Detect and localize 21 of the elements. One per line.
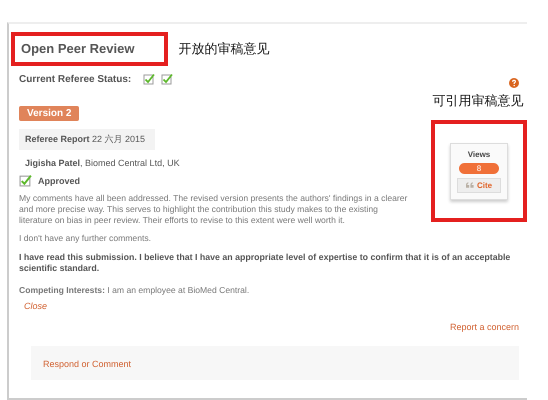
close-link[interactable]: Close bbox=[24, 300, 48, 311]
report-heading: Referee Report 22 六月 2015 bbox=[19, 129, 156, 150]
review-paragraph: I don't have any further comments. bbox=[19, 232, 152, 244]
annotation-label: 开放的审稿意见 bbox=[178, 40, 270, 58]
status-label: Current Referee Status: bbox=[19, 74, 132, 84]
section-title: Open Peer Review bbox=[21, 41, 134, 56]
views-count: 8 bbox=[459, 162, 499, 174]
cite-button[interactable]: Cite bbox=[457, 178, 501, 192]
help-icon[interactable] bbox=[509, 78, 519, 88]
respond-bar[interactable]: Respond or Comment bbox=[31, 346, 519, 380]
competing-interests: Competing Interests: I am an employee at BioMed Central. bbox=[18, 284, 250, 296]
reviewer-line: Jigisha Patel, Biomed Central Ltd, UK bbox=[25, 158, 180, 168]
review-statement: I have read this submission. I believe that I have an appropriate level of expertise to confirm that it is of an acceptable scientific standard. bbox=[18, 252, 512, 275]
version-badge: Version 2 bbox=[19, 106, 80, 121]
review-paragraph: My comments have all been addressed. The revised version presents the authors' findings in a clearer and more precise way. This serves to highlight the contribution this study makes to the existing literature on bias in peer review. Their efforts to revise to this extent were well worth it. bbox=[19, 193, 408, 227]
annotation-label: 可引用审稿意见 bbox=[432, 92, 524, 110]
report-concern-link[interactable]: Report a concern bbox=[450, 322, 519, 332]
views-label: Views bbox=[468, 150, 490, 158]
verdict-label: Approved bbox=[38, 176, 80, 186]
respond-link[interactable]: Respond or Comment bbox=[43, 358, 132, 369]
quote-icon bbox=[466, 182, 474, 188]
